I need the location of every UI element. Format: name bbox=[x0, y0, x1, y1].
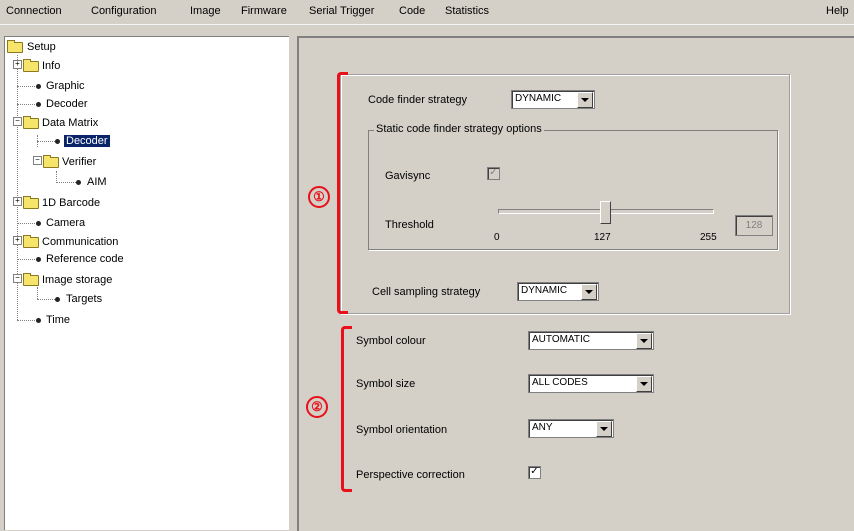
perspective-correction-checkbox[interactable]: ✓ bbox=[528, 466, 541, 479]
leaf-node-icon bbox=[55, 139, 60, 144]
threshold-label: Threshold bbox=[385, 219, 434, 231]
folder-icon bbox=[7, 40, 23, 53]
tree-connector bbox=[37, 141, 55, 142]
symbol-size-select[interactable]: ALL CODES bbox=[528, 374, 654, 393]
tree-connector bbox=[17, 223, 35, 224]
collapse-icon[interactable]: − bbox=[33, 156, 42, 165]
folder-icon bbox=[23, 59, 39, 72]
tree-connector bbox=[17, 259, 35, 260]
gavisync-label: Gavisync bbox=[385, 170, 431, 182]
dropdown-arrow-icon[interactable] bbox=[636, 333, 652, 349]
tree-node-graphic[interactable]: Graphic bbox=[46, 80, 85, 92]
tree-node-decoder[interactable]: Decoder bbox=[46, 98, 88, 110]
annotation-bracket-1 bbox=[337, 72, 348, 314]
gavisync-checkbox[interactable]: ✓ bbox=[487, 167, 500, 180]
menu-configuration[interactable]: Configuration bbox=[91, 5, 156, 17]
code-finder-strategy-select[interactable]: DYNAMIC bbox=[511, 90, 595, 109]
threshold-mid-label: 127 bbox=[594, 232, 611, 243]
menu-image[interactable]: Image bbox=[190, 5, 221, 17]
collapse-icon[interactable]: − bbox=[13, 117, 22, 126]
tree-node-reference-code[interactable]: Reference code bbox=[46, 253, 124, 265]
dropdown-arrow-icon[interactable] bbox=[596, 421, 612, 437]
dropdown-arrow-icon[interactable] bbox=[577, 92, 593, 108]
expand-icon[interactable]: + bbox=[13, 197, 22, 206]
symbol-colour-select[interactable]: AUTOMATIC bbox=[528, 331, 654, 350]
tree-node-communication[interactable]: Communication bbox=[42, 236, 118, 248]
tree-node-aim[interactable]: AIM bbox=[87, 176, 107, 188]
symbol-size-value: ALL CODES bbox=[532, 377, 588, 388]
menu-serial-trigger[interactable]: Serial Trigger bbox=[309, 5, 374, 17]
leaf-node-icon bbox=[36, 84, 41, 89]
folder-icon bbox=[43, 155, 59, 168]
threshold-value-field[interactable]: 128 bbox=[735, 215, 773, 236]
threshold-slider-thumb[interactable] bbox=[600, 201, 611, 224]
tree-connector bbox=[37, 287, 38, 299]
folder-icon bbox=[23, 273, 39, 286]
tree-node-data-matrix[interactable]: Data Matrix bbox=[42, 117, 98, 129]
symbol-colour-value: AUTOMATIC bbox=[532, 334, 590, 345]
leaf-node-icon bbox=[36, 102, 41, 107]
menu-statistics[interactable]: Statistics bbox=[445, 5, 489, 17]
tree-connector bbox=[17, 86, 35, 87]
leaf-node-icon bbox=[36, 221, 41, 226]
symbol-colour-label: Symbol colour bbox=[356, 335, 426, 347]
leaf-node-icon bbox=[36, 257, 41, 262]
tree-connector bbox=[37, 299, 55, 300]
annotation-bracket-2 bbox=[341, 326, 352, 492]
leaf-node-icon bbox=[55, 297, 60, 302]
leaf-node-icon bbox=[76, 180, 81, 185]
code-finder-strategy-value: DYNAMIC bbox=[515, 93, 562, 104]
symbol-size-label: Symbol size bbox=[356, 378, 416, 390]
menu-bar: Connection Configuration Image Firmware … bbox=[0, 0, 854, 25]
folder-icon bbox=[23, 116, 39, 129]
annotation-marker-2: ② bbox=[306, 396, 328, 418]
tree-node-camera[interactable]: Camera bbox=[46, 217, 85, 229]
menu-help[interactable]: Help bbox=[826, 5, 849, 17]
menu-connection[interactable]: Connection bbox=[6, 5, 62, 17]
tree-node-image-storage[interactable]: Image storage bbox=[42, 274, 112, 286]
expand-icon[interactable]: + bbox=[13, 60, 22, 69]
tree-node-dm-decoder[interactable]: Decoder bbox=[64, 135, 110, 147]
setup-tree[interactable]: Setup + Info Graphic Decoder − Data Matr… bbox=[4, 36, 289, 530]
folder-icon bbox=[23, 235, 39, 248]
threshold-min-label: 0 bbox=[494, 232, 500, 243]
menu-firmware[interactable]: Firmware bbox=[241, 5, 287, 17]
cell-sampling-select[interactable]: DYNAMIC bbox=[517, 282, 599, 301]
tree-node-setup[interactable]: Setup bbox=[27, 41, 56, 53]
leaf-node-icon bbox=[36, 318, 41, 323]
tree-node-targets[interactable]: Targets bbox=[66, 293, 102, 305]
static-options-title: Static code finder strategy options bbox=[374, 123, 544, 135]
tree-node-info[interactable]: Info bbox=[42, 60, 60, 72]
symbol-orientation-select[interactable]: ANY bbox=[528, 419, 614, 438]
dropdown-arrow-icon[interactable] bbox=[636, 376, 652, 392]
dropdown-arrow-icon[interactable] bbox=[581, 284, 597, 300]
tree-connector bbox=[56, 182, 78, 183]
threshold-max-label: 255 bbox=[700, 232, 717, 243]
menu-code[interactable]: Code bbox=[399, 5, 425, 17]
expand-icon[interactable]: + bbox=[13, 236, 22, 245]
tree-node-time[interactable]: Time bbox=[46, 314, 70, 326]
pane-splitter[interactable] bbox=[289, 36, 297, 529]
symbol-orientation-label: Symbol orientation bbox=[356, 424, 448, 436]
cell-sampling-value: DYNAMIC bbox=[521, 285, 568, 296]
cell-sampling-label: Cell sampling strategy bbox=[372, 286, 481, 298]
collapse-icon[interactable]: − bbox=[13, 274, 22, 283]
tree-connector bbox=[17, 104, 35, 105]
tree-connector bbox=[17, 320, 35, 321]
tree-node-verifier[interactable]: Verifier bbox=[62, 156, 96, 168]
symbol-orientation-value: ANY bbox=[532, 422, 553, 433]
code-finder-strategy-label: Code finder strategy bbox=[368, 94, 468, 106]
perspective-correction-label: Perspective correction bbox=[356, 469, 465, 481]
tree-node-1d-barcode[interactable]: 1D Barcode bbox=[42, 197, 100, 209]
annotation-marker-1: ① bbox=[308, 186, 330, 208]
folder-icon bbox=[23, 196, 39, 209]
